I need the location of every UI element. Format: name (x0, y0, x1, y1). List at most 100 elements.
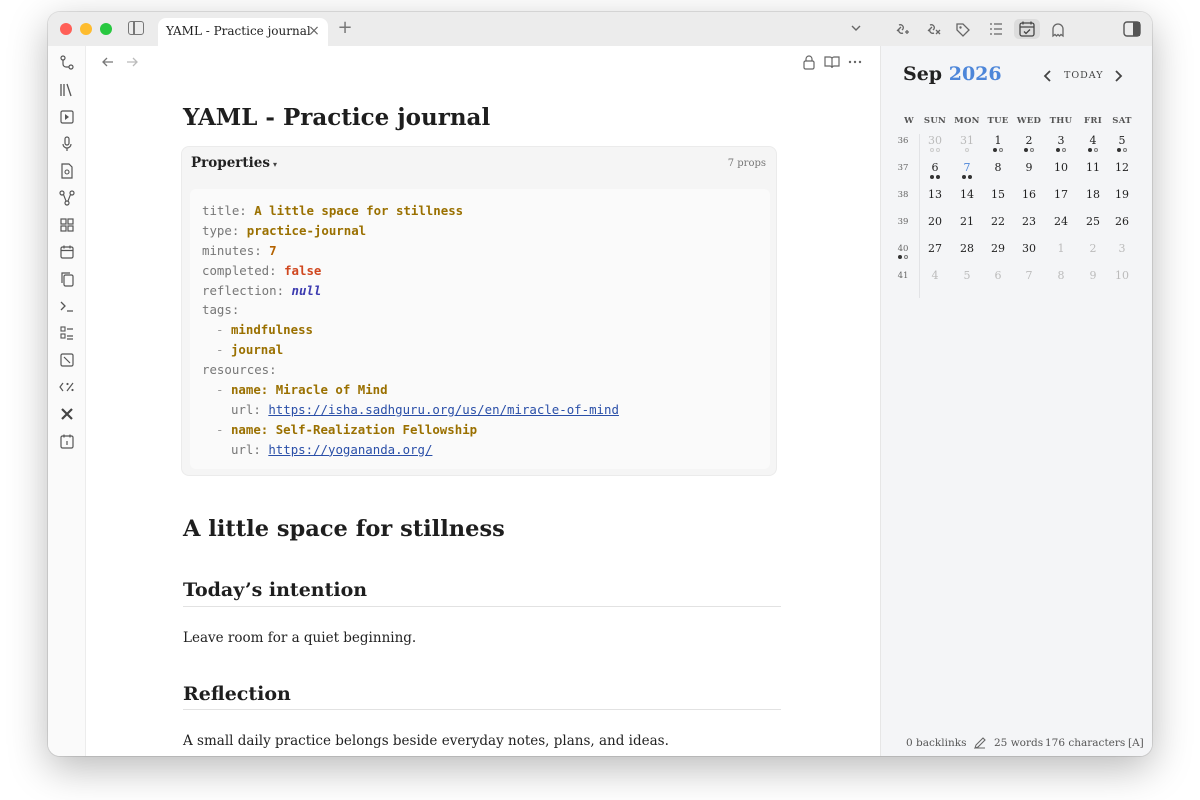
calendar-day[interactable]: 10 (1045, 161, 1077, 174)
calendar-day[interactable]: 26 (1106, 215, 1138, 228)
new-tab-button[interactable]: + (336, 18, 354, 38)
calendar-day[interactable]: 10 (1106, 269, 1138, 282)
calendar-day[interactable]: 11 (1077, 161, 1109, 174)
minimize-window-button[interactable] (80, 23, 92, 35)
calendar-day[interactable]: 13 (919, 188, 951, 201)
forward-arrow-icon[interactable] (124, 54, 140, 70)
reading-view-icon[interactable] (823, 54, 841, 70)
calendar-day[interactable]: 4 (919, 269, 951, 282)
note-title[interactable]: YAML - Practice journal (183, 104, 490, 131)
calendar-day[interactable]: 27 (919, 242, 951, 255)
percent-code-icon[interactable] (58, 378, 76, 396)
calendar-day[interactable]: 8 (1045, 269, 1077, 282)
calendar-week-number[interactable]: 39 (893, 217, 913, 227)
graph-icon[interactable] (58, 189, 76, 207)
calendar-icon[interactable] (58, 243, 76, 261)
calendar-day[interactable]: 6 (982, 269, 1014, 282)
properties-toggle[interactable]: Properties ▾ (191, 155, 277, 171)
back-arrow-icon[interactable] (100, 54, 116, 70)
calendar-day[interactable]: 14 (951, 188, 983, 201)
calendar-day[interactable]: 19 (1106, 188, 1138, 201)
close-window-button[interactable] (60, 23, 72, 35)
more-options-icon[interactable] (846, 54, 864, 70)
calendar-day[interactable]: 7 (1013, 269, 1045, 282)
microphone-icon[interactable] (58, 135, 76, 153)
calendar-week-number[interactable]: 40 (893, 244, 913, 261)
zoom-window-button[interactable] (100, 23, 112, 35)
calendar-week-number[interactable]: 41 (893, 271, 913, 281)
lock-icon[interactable] (800, 54, 818, 70)
calendar-week-number[interactable]: 37 (893, 163, 913, 173)
checklist-icon[interactable] (58, 324, 76, 342)
resource-link[interactable]: https://yogananda.org/ (268, 442, 432, 457)
calendar-day[interactable]: 20 (919, 215, 951, 228)
calendar-day[interactable]: 1 (1045, 242, 1077, 255)
calendar-week-number[interactable]: 36 (893, 136, 913, 146)
calendar-day[interactable]: 1 (982, 134, 1014, 154)
calendar-day[interactable]: 9 (1077, 269, 1109, 282)
calendar-day[interactable]: 29 (982, 242, 1014, 255)
left-sidebar-toggle-icon[interactable] (128, 21, 144, 35)
tools-icon[interactable] (58, 405, 76, 423)
yaml-code-block[interactable]: title: A little space for stillness type… (190, 189, 770, 469)
calendar-day[interactable]: 12 (1106, 161, 1138, 174)
resource-link[interactable]: https://isha.sadhguru.org/us/en/miracle-… (268, 402, 619, 417)
calendar-day[interactable]: 9 (1013, 161, 1045, 174)
calendar-day[interactable]: 3 (1106, 242, 1138, 255)
next-month-chevron-icon[interactable] (1111, 69, 1125, 83)
yaml-dash: - (216, 382, 224, 398)
calendar-check-icon[interactable] (1014, 19, 1040, 39)
copy-icon[interactable] (58, 270, 76, 288)
calendar-day[interactable]: 4 (1077, 134, 1109, 154)
library-icon[interactable] (58, 81, 76, 99)
calendar-day[interactable]: 28 (951, 242, 983, 255)
calendar-day[interactable]: 7 (951, 161, 983, 181)
calendar-weekday-header: WED (1016, 116, 1042, 126)
tab-close-icon[interactable]: × (306, 22, 322, 40)
calendar-day[interactable]: 23 (1013, 215, 1045, 228)
calendar-day[interactable]: 5 (1106, 134, 1138, 154)
terminal-icon[interactable] (58, 297, 76, 315)
calendar-day[interactable]: 30 (919, 134, 951, 154)
yaml-key: resources: (202, 362, 277, 378)
calendar-day[interactable]: 16 (1013, 188, 1045, 201)
calendar-day[interactable]: 2 (1013, 134, 1045, 154)
calendar-day[interactable]: 24 (1045, 215, 1077, 228)
calendar-day[interactable]: 30 (1013, 242, 1045, 255)
ghost-icon[interactable] (1047, 19, 1069, 39)
grid-icon[interactable] (58, 216, 76, 234)
calendar-day[interactable]: 2 (1077, 242, 1109, 255)
yaml-value: name: Miracle of Mind (230, 382, 388, 398)
backlinks-count[interactable]: 0 backlinks (906, 737, 966, 749)
today-button[interactable]: TODAY (1064, 70, 1104, 81)
calendar-day[interactable]: 6 (919, 161, 951, 181)
export-icon[interactable] (58, 108, 76, 126)
calendar-day[interactable]: 31 (951, 134, 983, 154)
calendar-day[interactable]: 15 (982, 188, 1014, 201)
previous-month-chevron-icon[interactable] (1041, 69, 1055, 83)
daily-note-icon[interactable] (58, 432, 76, 450)
tab-active[interactable]: YAML - Practice journal × (158, 18, 328, 46)
unlink-icon[interactable] (921, 19, 943, 39)
tab-list-chevron-icon[interactable] (848, 20, 864, 36)
pencil-icon[interactable] (973, 736, 987, 750)
tag-icon[interactable] (952, 19, 974, 39)
diff-icon[interactable] (58, 351, 76, 369)
yaml-value: journal (230, 342, 284, 358)
link-add-icon[interactable] (890, 19, 912, 39)
calendar-day[interactable]: 5 (951, 269, 983, 282)
right-sidebar-icon[interactable] (1121, 19, 1143, 39)
calendar-day[interactable]: 18 (1077, 188, 1109, 201)
calendar-week-number[interactable]: 38 (893, 190, 913, 200)
git-branch-icon[interactable] (58, 54, 76, 72)
calendar-day[interactable]: 21 (951, 215, 983, 228)
calendar-day[interactable]: 17 (1045, 188, 1077, 201)
outline-icon[interactable] (984, 19, 1006, 39)
calendar-day[interactable]: 8 (982, 161, 1014, 174)
calendar-day[interactable]: 22 (982, 215, 1014, 228)
file-search-icon[interactable] (58, 162, 76, 180)
editor-mode-indicator[interactable]: [A] (1128, 737, 1144, 749)
calendar-year: 2026 (948, 63, 1002, 85)
calendar-day[interactable]: 3 (1045, 134, 1077, 154)
calendar-day[interactable]: 25 (1077, 215, 1109, 228)
